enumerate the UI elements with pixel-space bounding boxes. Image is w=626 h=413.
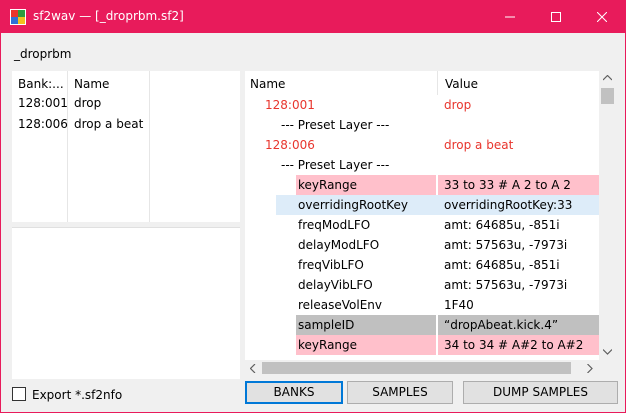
tree-row[interactable]: delayVibLFO amt: 57563u, -7973i [245,275,599,295]
dump-samples-button[interactable]: DUMP SAMPLES [463,381,618,404]
tree-row-value: 33 to 33 # A 2 to A 2 [444,178,571,192]
column-divider [437,71,438,95]
bank-name: drop a beat [74,117,144,131]
bank-name: drop [74,96,102,110]
tree-row-name: 128:006 [265,138,315,152]
tree-row-value: 34 to 34 # A#2 to A#2 [444,338,584,352]
app-window: sf2wav — [_droprbm.sf2] _droprbm Bank:..… [0,0,626,413]
maximize-icon [551,12,561,22]
preset-tree[interactable]: Name Value 128:001 drop --- Preset Layer… [245,71,616,376]
checkbox-box[interactable] [12,387,26,401]
tree-row[interactable]: 128:006 drop a beat [245,135,599,155]
tree-row-name: 128:001 [265,98,315,112]
tree-row-value: drop [444,98,472,112]
tree-row-name: keyRange [298,338,358,352]
tree-row-value: 1F40 [444,298,474,312]
window-title: sf2wav — [_droprbm.sf2] [33,9,184,23]
tree-row-value: “dropAbeat.kick.4” [444,318,559,332]
scroll-thumb[interactable] [262,362,571,374]
tree-row-name: --- Preset Layer --- [281,158,390,172]
column-header-bank[interactable]: Bank:... [18,77,64,93]
tree-row[interactable]: keyRange 33 to 33 # A 2 to A 2 [245,175,599,195]
tree-row-name: overridingRootKey [298,198,408,212]
scroll-thumb[interactable] [601,88,614,104]
tree-row[interactable]: keyRange 34 to 34 # A#2 to A#2 [245,335,599,355]
horizontal-scrollbar[interactable] [245,360,599,376]
tree-row-value: amt: 57563u, -7973i [444,238,568,252]
bank-list[interactable]: Bank:... Name 128:001 drop 128:006 drop … [12,71,240,222]
banks-button[interactable]: BANKS [245,381,343,404]
tree-row-name: keyRange [298,178,358,192]
export-checkbox[interactable]: Export *.sf2nfo [12,387,122,402]
vertical-scrollbar[interactable] [599,71,616,360]
maximize-button[interactable] [533,1,579,33]
tree-row-name: --- Preset Layer --- [281,118,390,132]
tree-row-value: amt: 64685u, -851i [444,218,560,232]
tree-row-name: freqVibLFO [298,258,364,272]
column-header-value[interactable]: Value [445,77,478,91]
scroll-down-icon[interactable] [603,349,612,355]
tree-row-value: amt: 64685u, -851i [444,258,560,272]
tree-row[interactable]: --- Preset Layer --- [245,155,599,175]
tree-row-name: freqModLFO [298,218,371,232]
scroll-right-icon[interactable] [587,364,593,373]
details-panel [12,227,240,379]
minimize-icon [505,16,515,18]
title-bar[interactable]: sf2wav — [_droprbm.sf2] [1,1,625,33]
tree-row-name: delayModLFO [298,238,380,252]
tree-row[interactable]: sampleID “dropAbeat.kick.4” [245,315,599,335]
tree-row[interactable]: --- Preset Layer --- [245,115,599,135]
close-button[interactable] [579,1,625,33]
bank-row[interactable]: 128:001 drop [12,96,240,116]
tree-row-value: drop a beat [444,138,514,152]
bank-number: 128:006 [18,117,68,131]
column-divider [67,71,68,222]
tree-row[interactable]: freqModLFO amt: 64685u, -851i [245,215,599,235]
samples-button[interactable]: SAMPLES [347,381,453,404]
scroll-up-icon[interactable] [603,75,612,81]
export-label: Export *.sf2nfo [32,388,123,402]
tree-row-name: sampleID [298,318,355,332]
column-header-name[interactable]: Name [74,77,109,93]
column-divider [149,71,150,222]
tree-row[interactable]: 128:001 drop [245,95,599,115]
tree-row[interactable]: delayModLFO amt: 57563u, -7973i [245,235,599,255]
close-icon [597,12,607,22]
tree-row-value: amt: 57563u, -7973i [444,278,568,292]
tree-row[interactable]: releaseVolEnv 1F40 [245,295,599,315]
tree-row[interactable]: overridingRootKey overridingRootKey:33 [245,195,599,215]
bank-row[interactable]: 128:006 drop a beat [12,117,240,137]
scroll-left-icon[interactable] [250,364,256,373]
scrollbar-corner [599,360,616,376]
bank-number: 128:001 [18,96,68,110]
tree-row-value: overridingRootKey:33 [444,198,573,212]
tree-row[interactable]: freqVibLFO amt: 64685u, -851i [245,255,599,275]
tree-row-name: releaseVolEnv [298,298,382,312]
column-header-name[interactable]: Name [250,77,285,91]
tree-row-name: delayVibLFO [298,278,373,292]
file-name-label: _droprbm [14,47,72,61]
minimize-button[interactable] [487,1,533,33]
app-icon [10,9,26,25]
